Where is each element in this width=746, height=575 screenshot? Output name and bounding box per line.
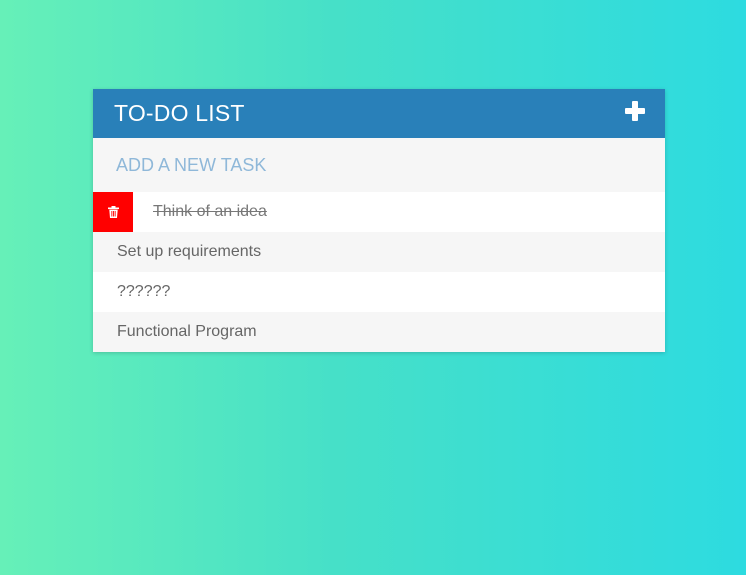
trash-icon	[107, 206, 119, 218]
task-text: ??????	[117, 283, 171, 300]
task-item[interactable]: ??????	[93, 272, 665, 312]
task-item[interactable]: Functional Program	[93, 312, 665, 352]
page-title: TO-DO LIST	[114, 100, 245, 126]
todo-header: TO-DO LIST	[93, 89, 665, 138]
plus-icon[interactable]	[625, 100, 645, 121]
task-text: Functional Program	[117, 323, 257, 340]
task-text: Think of an idea	[153, 203, 267, 220]
new-task-input[interactable]	[93, 138, 665, 192]
task-item[interactable]: Think of an idea	[93, 192, 665, 232]
task-list: Think of an idea Set up requirements ???…	[93, 192, 665, 352]
task-text: Set up requirements	[117, 243, 262, 260]
todo-card: TO-DO LIST Think of an idea Set up requi…	[93, 89, 665, 352]
task-item[interactable]: Set up requirements	[93, 232, 665, 272]
delete-button[interactable]	[93, 192, 133, 232]
